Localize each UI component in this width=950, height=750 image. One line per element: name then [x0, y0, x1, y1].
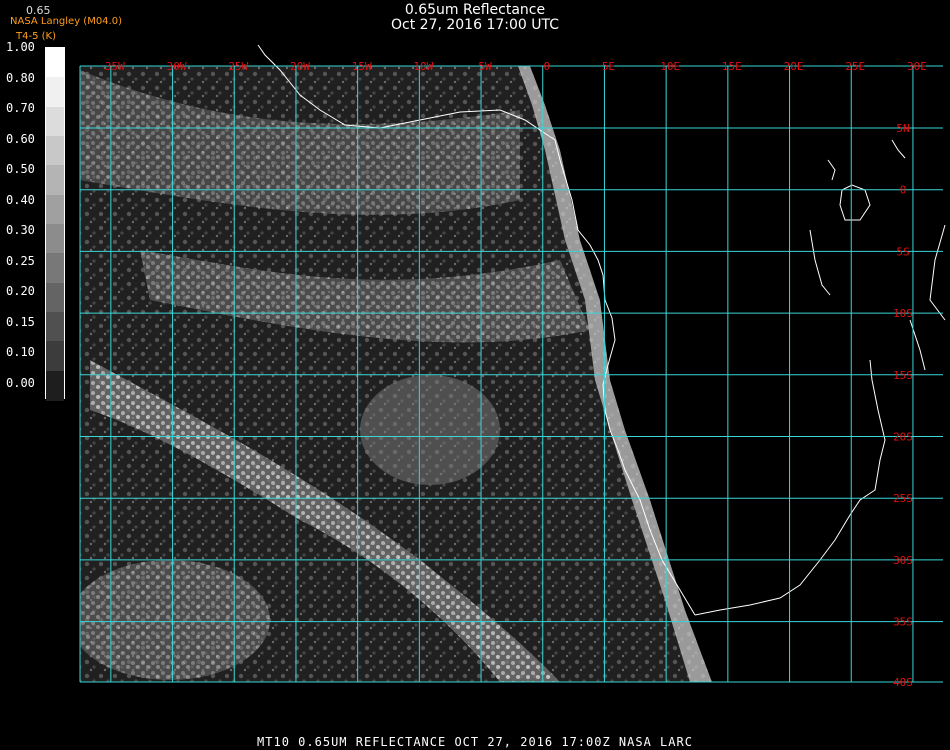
colorbar-label: 0.70	[6, 101, 35, 116]
longitude-label: 30W	[167, 60, 187, 73]
colorbar	[45, 47, 65, 401]
latitude-label: 5S	[896, 245, 909, 258]
colorbar-segment	[46, 312, 64, 343]
latitude-label: 25S	[893, 492, 913, 505]
colorbar-segment	[46, 341, 64, 372]
cloud-cluster-southwest	[80, 560, 270, 680]
lake-rudolf	[891, 139, 906, 159]
lake-victoria	[839, 184, 871, 221]
longitude-label: 5E	[602, 60, 615, 73]
colorbar-label: 0.30	[6, 223, 35, 238]
east-coast	[929, 224, 946, 321]
longitude-label: 30E	[907, 60, 927, 73]
longitude-label: 35W	[105, 60, 125, 73]
longitude-label: 10E	[660, 60, 680, 73]
colorbar-segment	[46, 48, 64, 79]
colorbar-label: 1.00	[6, 40, 35, 54]
longitude-label: 10W	[413, 60, 433, 73]
latitude-label: 30S	[893, 554, 913, 567]
colorbar-segment	[46, 77, 64, 108]
colorbar-segment	[46, 194, 64, 225]
colorbar-label: 0.00	[6, 376, 35, 390]
longitude-label: 25W	[228, 60, 248, 73]
latitude-label: 40S	[893, 676, 913, 689]
latitude-label: 0	[900, 184, 907, 197]
colorbar-segment	[46, 282, 64, 313]
lake-tanganyika	[809, 229, 831, 296]
longitude-label: 20E	[784, 60, 804, 73]
colorbar-label: 0.60	[6, 131, 35, 146]
satellite-map: 35W 30W 25W 20W 15W 10W 5W 0 5E 10E 15E 20E 25E 30E 35…	[79, 44, 946, 689]
latitude-label: 5N	[896, 122, 909, 135]
colorbar-label: 0.80	[6, 70, 35, 85]
latitude-label: 20S	[893, 431, 913, 444]
colorbar-segment	[46, 165, 64, 196]
colorbar-segment	[46, 136, 64, 167]
colorbar-label: 0.40	[6, 192, 35, 207]
map-title: 0.65um Reflectance	[404, 2, 546, 18]
latitude-label: 15S	[893, 369, 913, 382]
colorbar-segment	[46, 370, 64, 401]
map-datetime: Oct 27, 2016 17:00 UTC	[391, 17, 559, 33]
colorbar-label: 0.10	[6, 345, 35, 360]
longitude-label: 25E	[845, 60, 865, 73]
cloud-cluster-center	[360, 375, 500, 485]
colorbar-label: 0.15	[6, 314, 35, 329]
latitude-label: 35S	[893, 616, 913, 629]
latitude-label: 10S	[893, 307, 913, 320]
colorbar-segment	[46, 253, 64, 284]
longitude-label: 15W	[352, 60, 372, 73]
longitude-label: 5W	[478, 60, 492, 73]
lake-malawi	[909, 319, 926, 371]
longitude-label: 0	[543, 60, 550, 73]
satellite-imagery	[80, 66, 712, 682]
footer-caption: MT10 0.65UM REFLECTANCE OCT 27, 2016 17:…	[257, 735, 693, 749]
colorbar-segment	[46, 224, 64, 255]
colorbar-label: 0.50	[6, 162, 35, 177]
colorbar-label: 0.20	[6, 284, 35, 299]
colorbar-segment	[46, 106, 64, 137]
longitude-label: 20W	[290, 60, 310, 73]
lake-turkana	[827, 159, 836, 181]
longitude-label: 15E	[722, 60, 742, 73]
colorbar-label: 0.25	[6, 253, 35, 268]
